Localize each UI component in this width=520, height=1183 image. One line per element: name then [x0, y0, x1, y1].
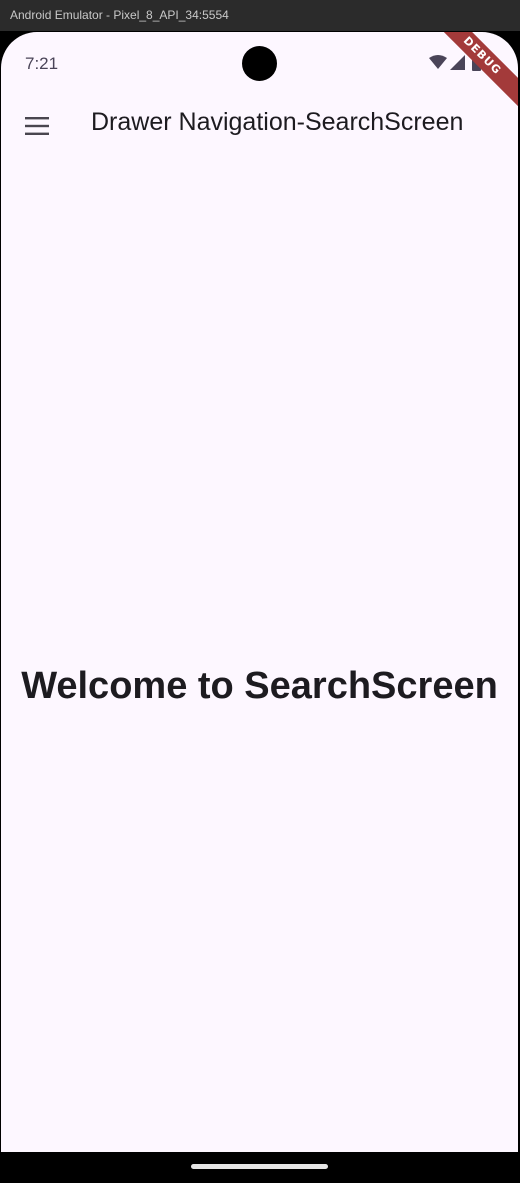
signal-icon	[450, 55, 465, 70]
page-title: Drawer Navigation-SearchScreen	[91, 108, 464, 136]
menu-icon	[25, 117, 49, 135]
app-bar: Drawer Navigation-SearchScreen	[1, 96, 518, 160]
menu-button[interactable]	[11, 100, 63, 152]
status-time: 7:21	[25, 54, 59, 73]
welcome-text: Welcome to SearchScreen	[21, 665, 498, 707]
emulator-title-bar: Android Emulator - Pixel_8_API_34:5554	[0, 0, 520, 31]
device-frame: 7:21 DEBUG Drawer Navigation-SearchScree…	[0, 31, 520, 1183]
system-nav-bar	[0, 1152, 520, 1183]
home-indicator[interactable]	[191, 1164, 328, 1169]
wifi-icon	[429, 55, 447, 69]
phone-screen: 7:21 DEBUG Drawer Navigation-SearchScree…	[1, 32, 518, 1152]
status-bar: 7:21 DEBUG	[1, 32, 518, 113]
camera-cutout	[242, 46, 277, 81]
